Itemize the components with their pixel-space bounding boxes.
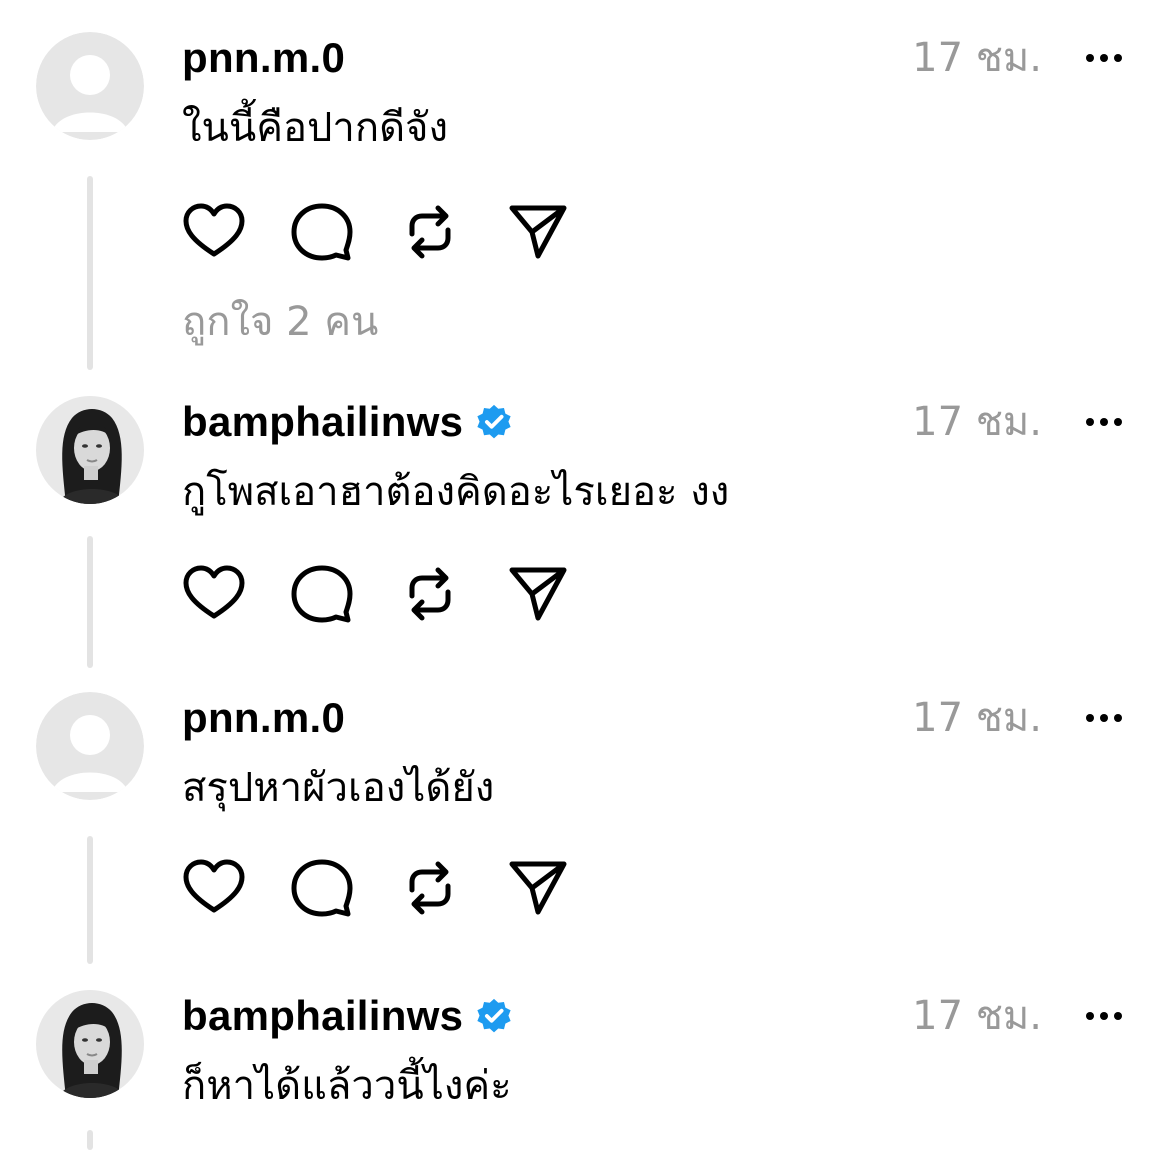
comment: pnn.m.0 17 ชม. ในนี้คือปากดีจัง ถูกใจ 2 …: [0, 32, 1170, 372]
comment-text: สรุปหาผัวเองได้ยัง: [182, 765, 495, 811]
more-options-icon[interactable]: [1084, 402, 1124, 442]
avatar[interactable]: [36, 32, 144, 140]
username[interactable]: bamphailinws: [182, 396, 513, 448]
action-bar: [182, 562, 614, 626]
comment-text: ในนี้คือปากดีจัง: [182, 105, 449, 151]
more-options-icon[interactable]: [1084, 38, 1124, 78]
heart-icon[interactable]: [182, 856, 246, 920]
thread-line: [87, 176, 93, 370]
avatar[interactable]: [36, 692, 144, 800]
send-icon[interactable]: [506, 562, 570, 626]
send-icon[interactable]: [506, 856, 570, 920]
heart-icon[interactable]: [182, 562, 246, 626]
action-bar: [182, 200, 614, 264]
username[interactable]: bamphailinws: [182, 990, 513, 1042]
thread-line: [87, 536, 93, 668]
username[interactable]: pnn.m.0: [182, 32, 345, 84]
more-options-icon[interactable]: [1084, 996, 1124, 1036]
default-avatar-icon: [36, 692, 144, 800]
username[interactable]: pnn.m.0: [182, 692, 345, 744]
more-options-icon[interactable]: [1084, 698, 1124, 738]
timestamp: 17 ชม.: [912, 695, 1042, 741]
timestamp: 17 ชม.: [912, 399, 1042, 445]
comment-text: กูโพสเอาฮาต้องคิดอะไรเยอะ งง: [182, 469, 730, 515]
thread-line: [87, 1130, 93, 1150]
repost-icon[interactable]: [398, 562, 462, 626]
action-bar: [182, 856, 614, 920]
repost-icon[interactable]: [398, 200, 462, 264]
verified-badge-icon: [477, 998, 511, 1033]
comment: pnn.m.0 17 ชม. สรุปหาผัวเองได้ยัง: [0, 692, 1170, 964]
thread-line: [87, 836, 93, 964]
comment: bamphailinws 17 ชม. กูโพสเอาฮาต้องคิดอะไ…: [0, 396, 1170, 668]
comment-icon[interactable]: [290, 200, 354, 264]
heart-icon[interactable]: [182, 200, 246, 264]
comment-icon[interactable]: [290, 856, 354, 920]
default-avatar-icon: [36, 32, 144, 140]
avatar[interactable]: [36, 990, 144, 1098]
send-icon[interactable]: [506, 200, 570, 264]
timestamp: 17 ชม.: [912, 993, 1042, 1039]
comment: bamphailinws 17 ชม. ก็หาได้แล้ววนี้ไงค่ะ: [0, 990, 1170, 1150]
profile-photo: [36, 396, 144, 504]
comment-icon[interactable]: [290, 562, 354, 626]
verified-badge-icon: [477, 404, 511, 439]
profile-photo: [36, 990, 144, 1098]
comment-text: ก็หาได้แล้ววนี้ไงค่ะ: [182, 1063, 512, 1109]
timestamp: 17 ชม.: [912, 35, 1042, 81]
repost-icon[interactable]: [398, 856, 462, 920]
avatar[interactable]: [36, 396, 144, 504]
like-count[interactable]: ถูกใจ 2 คน: [182, 296, 378, 348]
